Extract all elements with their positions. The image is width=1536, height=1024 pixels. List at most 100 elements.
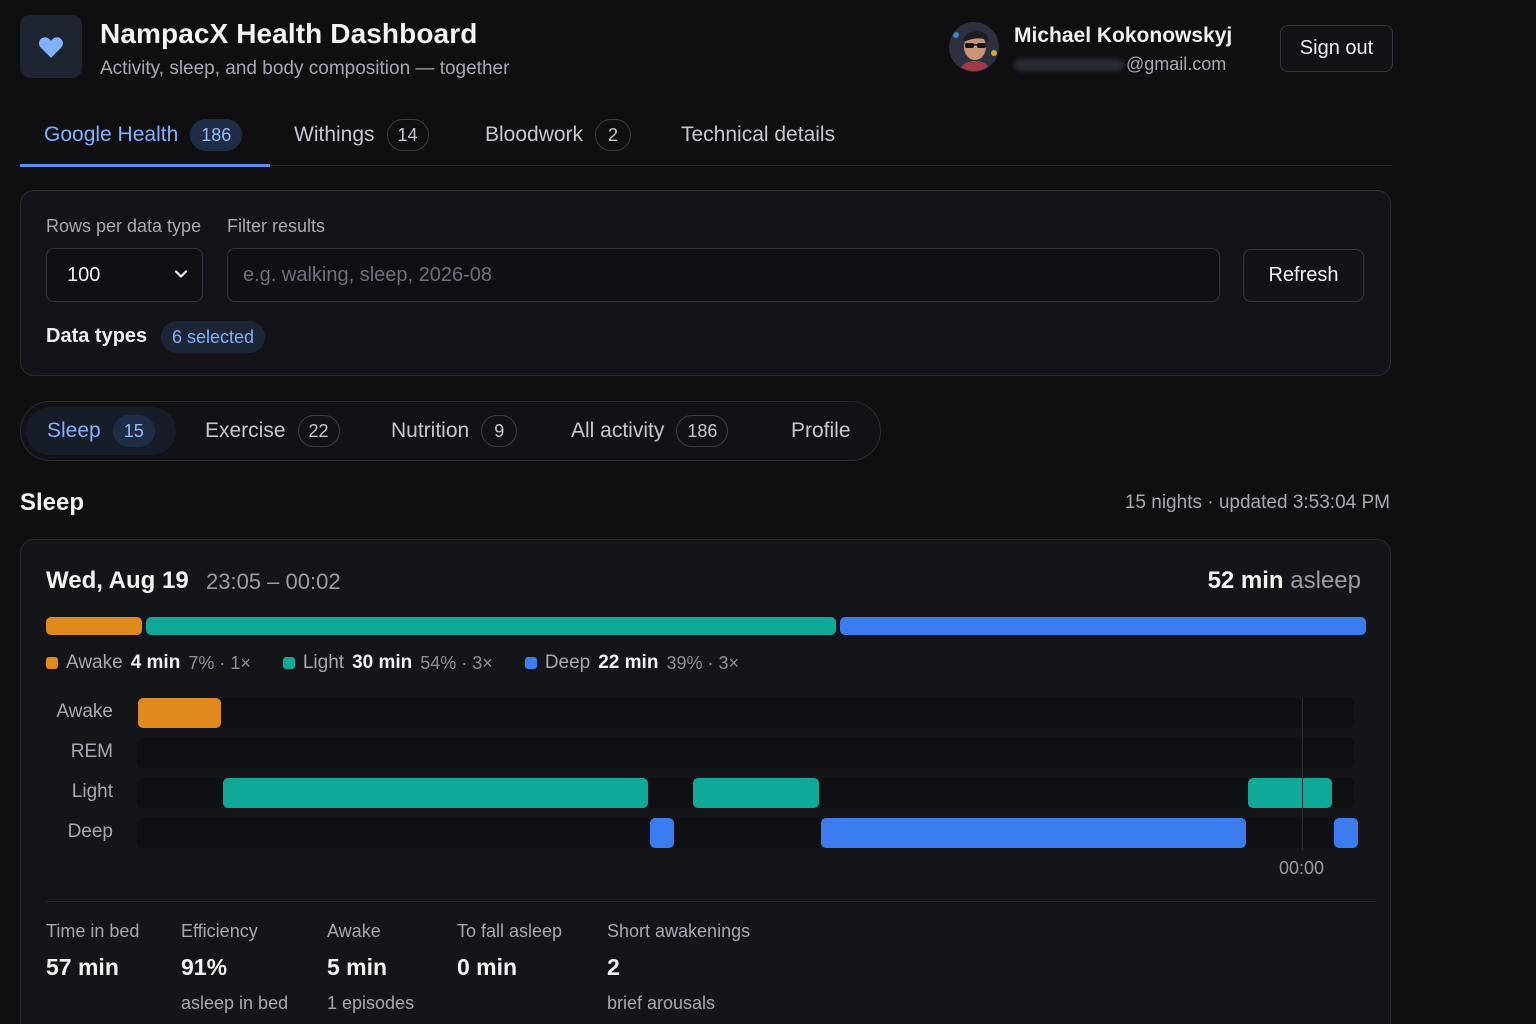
tab-count: 186 (190, 119, 243, 151)
stat-value: 57 min (46, 954, 119, 980)
timeline-track-rem (137, 738, 1354, 768)
email-domain: @gmail.com (1126, 54, 1227, 74)
timeline-row-label-rem: REM (70, 741, 113, 762)
stat-label: Awake (327, 921, 381, 941)
timeline-segment-light[interactable] (223, 778, 649, 808)
stat-label: Short awakenings (607, 921, 751, 941)
sleep-stage-timeline: Awake REM Light Deep 00:00 (21, 698, 1392, 888)
subtab-count: 9 (481, 415, 518, 447)
timeline-row-label-light: Light (71, 781, 113, 802)
subtab-exercise[interactable]: Exercise 22 (205, 402, 340, 460)
app-subtitle: Activity, sleep, and body composition — … (100, 58, 510, 79)
stat-sub: brief arousals (607, 993, 716, 1013)
legend-name: Deep (544, 652, 591, 673)
legend-swatch (524, 657, 537, 669)
stat-efficiency: Efficiency 91% asleep in bed (181, 921, 288, 1014)
asleep-total: 52 min asleep (1208, 567, 1361, 595)
legend-item-deep: Deep 22 min 39% · 3× (524, 652, 739, 674)
avatar[interactable] (949, 22, 999, 72)
summary-segment-light (145, 617, 836, 635)
legend-item-light: Light 30 min 54% · 3× (282, 652, 493, 674)
filter-results-label: Filter results (227, 216, 326, 236)
avatar-image (950, 23, 998, 71)
rows-per-type-select[interactable]: 100 (46, 248, 203, 302)
sign-out-button[interactable]: Sign out (1280, 25, 1393, 72)
app-header: NampacX Health Dashboard Activity, sleep… (20, 14, 1393, 86)
stat-label: To fall asleep (457, 921, 563, 941)
timeline-row-label-awake: Awake (56, 701, 113, 722)
timeline-segment-light[interactable] (693, 778, 820, 808)
legend-detail: 39% · 3× (666, 652, 739, 673)
source-tabs: Google Health 186 Withings 14 Bloodwork … (20, 104, 1392, 167)
legend-swatch (46, 657, 58, 669)
section-title: Sleep (20, 489, 85, 516)
subtab-profile[interactable]: Profile (791, 402, 851, 460)
select-value: 100 (67, 263, 101, 286)
legend-item-awake: Awake 4 min 7% · 1× (46, 652, 251, 674)
asleep-suffix: asleep (1290, 567, 1361, 594)
user-name: Michael Kokonowskyj (1014, 24, 1233, 47)
summary-segment-deep (839, 617, 1366, 635)
user-email: @gmail.com (1014, 54, 1226, 75)
legend-value: 4 min (130, 652, 181, 673)
section-meta: 15 nights · updated 3:53:04 PM (1124, 492, 1390, 513)
stat-value: 5 min (327, 954, 388, 980)
timeline-track-awake (137, 698, 1354, 728)
stat-awake: Awake 5 min 1 episodes (327, 921, 414, 1014)
subtab-label: Exercise (205, 419, 286, 442)
app-title: NampacX Health Dashboard (100, 18, 478, 49)
asleep-value: 52 min (1207, 567, 1284, 594)
legend-swatch (282, 657, 295, 669)
tab-count: 14 (386, 119, 429, 151)
tab-label: Google Health (44, 123, 179, 146)
legend-value: 30 min (352, 652, 413, 673)
rows-per-type-label: Rows per data type (46, 216, 202, 236)
subtab-label: Nutrition (391, 419, 470, 442)
timeline-segment-deep[interactable] (650, 818, 675, 848)
timeline-tick-label: 00:00 (1279, 858, 1325, 878)
stat-short-awakenings: Short awakenings 2 brief arousals (607, 921, 750, 1014)
data-types-selected-badge[interactable]: 6 selected (161, 321, 266, 353)
timeline-segment-light[interactable] (1248, 778, 1332, 808)
stat-value: 0 min (457, 954, 518, 980)
stat-sub: asleep in bed (181, 993, 289, 1013)
stat-label: Time in bed (46, 921, 140, 941)
subtab-nutrition[interactable]: Nutrition 9 (391, 402, 518, 460)
tab-technical-details[interactable]: Technical details (657, 104, 835, 166)
tab-label: Withings (294, 123, 375, 146)
refresh-button[interactable]: Refresh (1243, 249, 1364, 302)
legend-name: Light (302, 652, 345, 673)
subtab-all-activity[interactable]: All activity 186 (571, 402, 729, 460)
stat-label: Efficiency (181, 921, 258, 941)
subtab-count: 22 (297, 415, 340, 447)
heart-icon (39, 36, 63, 58)
summary-segment-awake (46, 617, 142, 635)
stat-time-in-bed: Time in bed 57 min (46, 921, 139, 981)
category-tabs: Sleep 15 Exercise 22 Nutrition 9 All act… (20, 401, 881, 461)
app-logo (20, 15, 82, 78)
stage-legend: Awake 4 min 7% · 1× Light 30 min 54% · 3… (46, 650, 771, 676)
tab-count: 2 (595, 119, 632, 151)
stat-to-fall-asleep: To fall asleep 0 min (457, 921, 562, 981)
stat-value: 91% (181, 954, 228, 980)
midnight-marker (1302, 698, 1303, 850)
subtab-label: All activity (571, 419, 665, 442)
data-types-label: Data types (46, 325, 148, 347)
stat-value: 2 (607, 954, 620, 980)
stage-summary-bar (46, 617, 1366, 635)
tab-withings[interactable]: Withings 14 (270, 104, 429, 166)
filters-panel: Rows per data type Filter results 100 Re… (20, 190, 1391, 376)
timeline-segment-deep[interactable] (821, 818, 1247, 848)
tab-bloodwork[interactable]: Bloodwork 2 (461, 104, 632, 166)
timeline-segment-deep[interactable] (1333, 818, 1358, 848)
subtab-count: 186 (676, 415, 729, 447)
filter-results-input[interactable] (227, 248, 1220, 302)
tab-label: Bloodwork (485, 123, 584, 146)
subtab-sleep[interactable]: Sleep 15 (26, 407, 176, 455)
night-time-range: 23:05 – 00:02 (206, 569, 341, 594)
tab-google-health[interactable]: Google Health 186 (20, 104, 270, 167)
night-date: Wed, Aug 19 (46, 567, 189, 594)
timeline-segment-awake[interactable] (138, 698, 222, 728)
redacted-email-local-part (1014, 59, 1124, 72)
subtab-label: Sleep (47, 419, 101, 442)
